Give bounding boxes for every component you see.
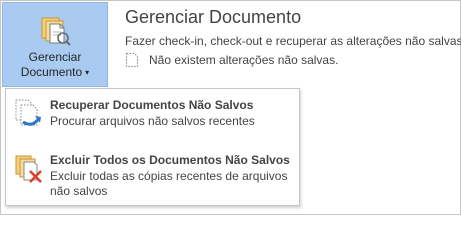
unsaved-changes-status: Não existem alterações não salvas. xyxy=(125,52,338,68)
delete-documents-icon xyxy=(14,153,44,190)
status-text: Não existem alterações não salvas. xyxy=(149,53,339,67)
recover-documents-icon xyxy=(14,98,44,135)
chevron-down-icon: ▾ xyxy=(85,68,90,77)
manage-button-label-text: Documento xyxy=(20,65,83,79)
menu-item-recover-unsaved[interactable]: Recuperar Documentos Não Salvos Procurar… xyxy=(6,94,299,136)
manage-button-label-line1: Gerenciar xyxy=(28,50,82,64)
manage-document-icon xyxy=(40,14,72,51)
manage-document-menu: Recuperar Documentos Não Salvos Procurar… xyxy=(5,88,300,206)
menu-item-description: Excluir todas as cópias recentes de arqu… xyxy=(50,169,288,198)
menu-item-delete-all-unsaved[interactable]: Excluir Todos os Documentos Não Salvos E… xyxy=(6,149,299,201)
panel-title: Gerenciar Documento xyxy=(125,7,302,27)
manage-document-button[interactable]: Gerenciar Documento ▾ xyxy=(2,2,108,87)
menu-item-title: Excluir Todos os Documentos Não Salvos xyxy=(50,153,290,167)
panel-description: Fazer check-in, check-out e recuperar as… xyxy=(125,34,461,48)
menu-item-title: Recuperar Documentos Não Salvos xyxy=(50,98,254,112)
document-dotted-icon xyxy=(125,52,139,68)
menu-item-description: Procurar arquivos não salvos recentes xyxy=(50,114,255,128)
manage-document-backstage: Gerenciar Documento ▾ Gerenciar Documento… xyxy=(0,0,461,215)
manage-button-label-line2: Documento ▾ xyxy=(3,65,107,81)
